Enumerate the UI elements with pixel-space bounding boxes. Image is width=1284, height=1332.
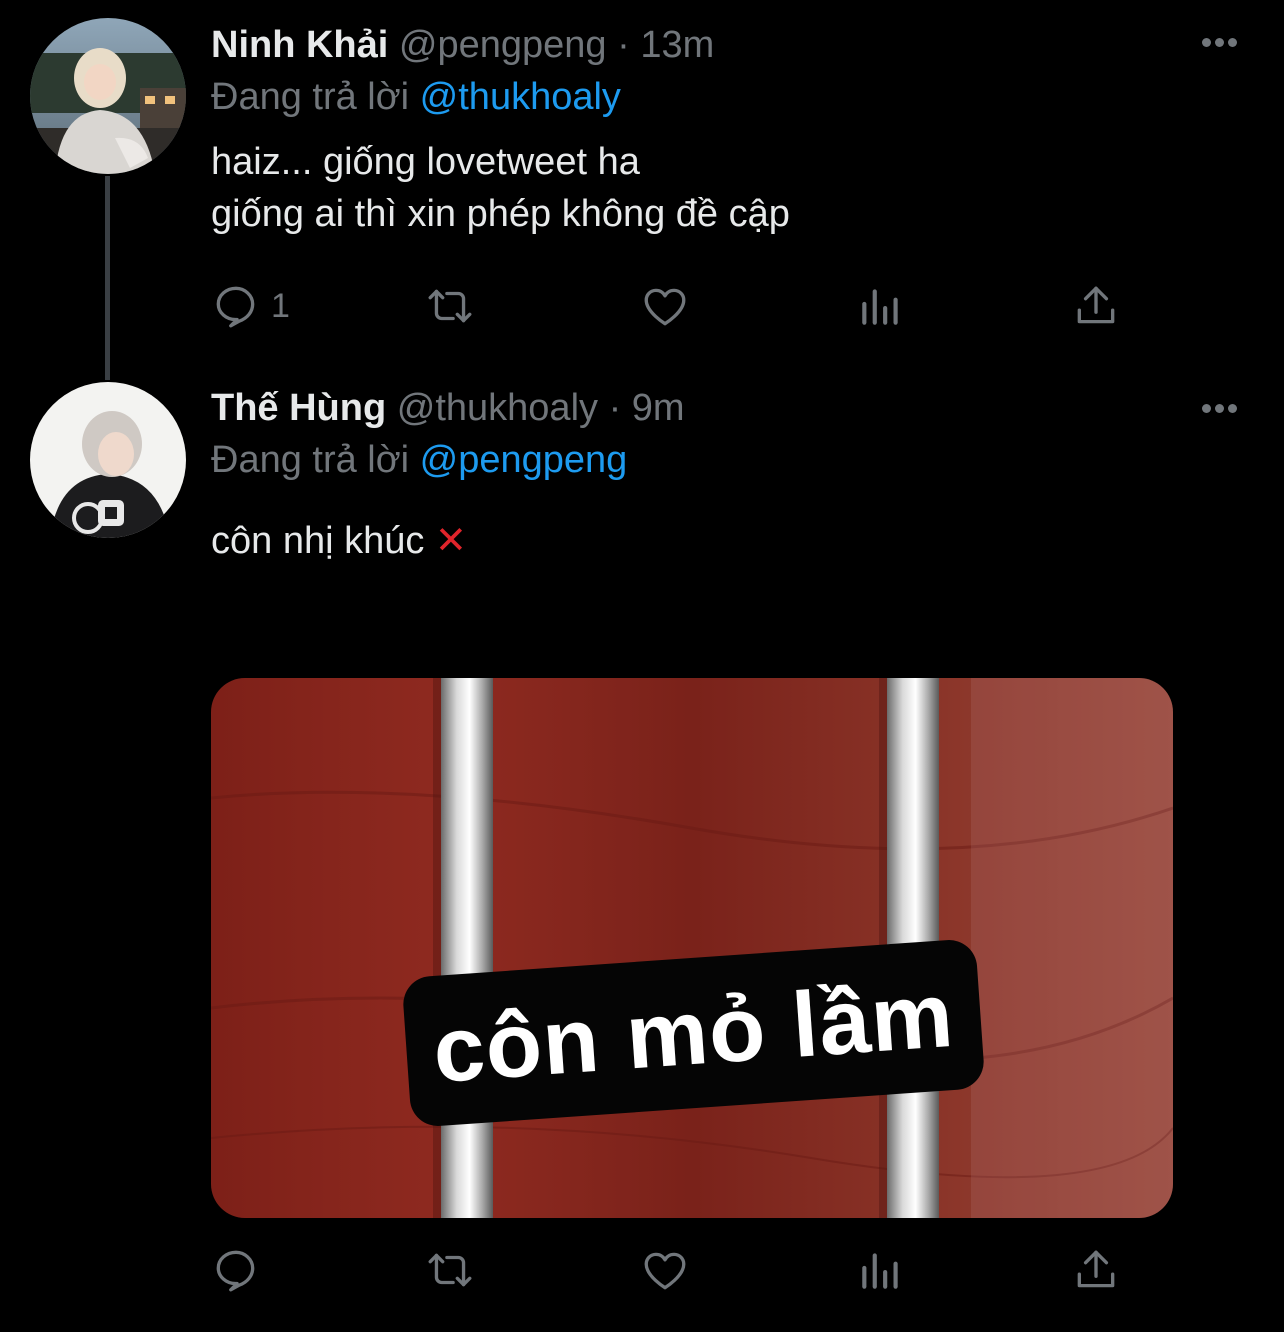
mention-link[interactable]: @pengpeng — [420, 439, 628, 481]
like-button[interactable] — [640, 1242, 690, 1298]
cross-mark-emoji: ✕ — [434, 520, 467, 562]
avatar[interactable] — [30, 18, 186, 174]
like-button[interactable] — [640, 278, 690, 334]
tweet-text-line: giống ai thì xin phép không đề cập — [211, 193, 790, 235]
tweet[interactable]: Ninh Khải @pengpeng · 13m Đang trả lời @… — [0, 0, 1284, 380]
tweet-text: haiz... giống lovetweet ha giống ai thì … — [211, 136, 1244, 240]
replying-to: Đang trả lời @thukhoaly — [211, 72, 1244, 122]
share-button[interactable] — [1071, 278, 1121, 334]
heart-icon — [644, 288, 686, 326]
display-name[interactable]: Ninh Khải — [211, 24, 388, 66]
tweet-header: Thế Hùng @thukhoaly · 9m — [211, 385, 1244, 431]
display-name[interactable]: Thế Hùng — [211, 387, 386, 429]
tweet[interactable]: Thế Hùng @thukhoaly · 9m Đang trả lời @p… — [0, 370, 1284, 1332]
views-button[interactable] — [856, 1242, 906, 1298]
avatar[interactable] — [30, 382, 186, 538]
tweet-text-line: côn nhị khúc — [211, 520, 425, 562]
separator: · — [617, 24, 630, 66]
share-button[interactable] — [1071, 1242, 1121, 1298]
thread-line — [105, 176, 110, 380]
tweet-media-image[interactable]: côn mỏ lầm — [211, 678, 1173, 1218]
reply-count: 1 — [271, 286, 290, 325]
handle[interactable]: @pengpeng — [399, 24, 607, 66]
handle[interactable]: @thukhoaly — [397, 387, 598, 429]
tweet-header: Ninh Khải @pengpeng · 13m — [211, 22, 1244, 68]
views-icon — [862, 1253, 898, 1289]
more-icon[interactable] — [1200, 34, 1240, 50]
retweet-icon — [428, 289, 472, 323]
replying-prefix: Đang trả lời — [211, 76, 410, 118]
heart-icon — [644, 1252, 686, 1290]
views-button[interactable] — [856, 278, 906, 334]
retweet-icon — [428, 1253, 472, 1287]
retweet-button[interactable] — [425, 278, 475, 334]
share-icon — [1077, 286, 1115, 324]
separator: · — [608, 387, 622, 429]
reply-icon — [216, 1250, 255, 1292]
replying-to: Đang trả lời @pengpeng — [211, 435, 1244, 485]
reply-button[interactable] — [211, 1242, 261, 1298]
replying-prefix: Đang trả lời — [211, 439, 410, 481]
share-icon — [1077, 1250, 1115, 1288]
views-icon — [862, 289, 898, 325]
timestamp[interactable]: 13m — [640, 24, 714, 66]
more-icon[interactable] — [1200, 400, 1240, 416]
timestamp[interactable]: 9m — [632, 387, 685, 429]
tweet-text: côn nhị khúc ✕ — [211, 515, 1244, 567]
media-caption: côn mỏ lầm — [429, 963, 958, 1103]
action-bar: 1 — [211, 278, 1151, 334]
action-bar — [211, 1242, 1151, 1298]
tweet-text-line: haiz... giống lovetweet ha — [211, 141, 640, 183]
reply-icon — [216, 286, 255, 328]
reply-button[interactable]: 1 — [211, 278, 290, 334]
retweet-button[interactable] — [425, 1242, 475, 1298]
mention-link[interactable]: @thukhoaly — [420, 76, 621, 118]
